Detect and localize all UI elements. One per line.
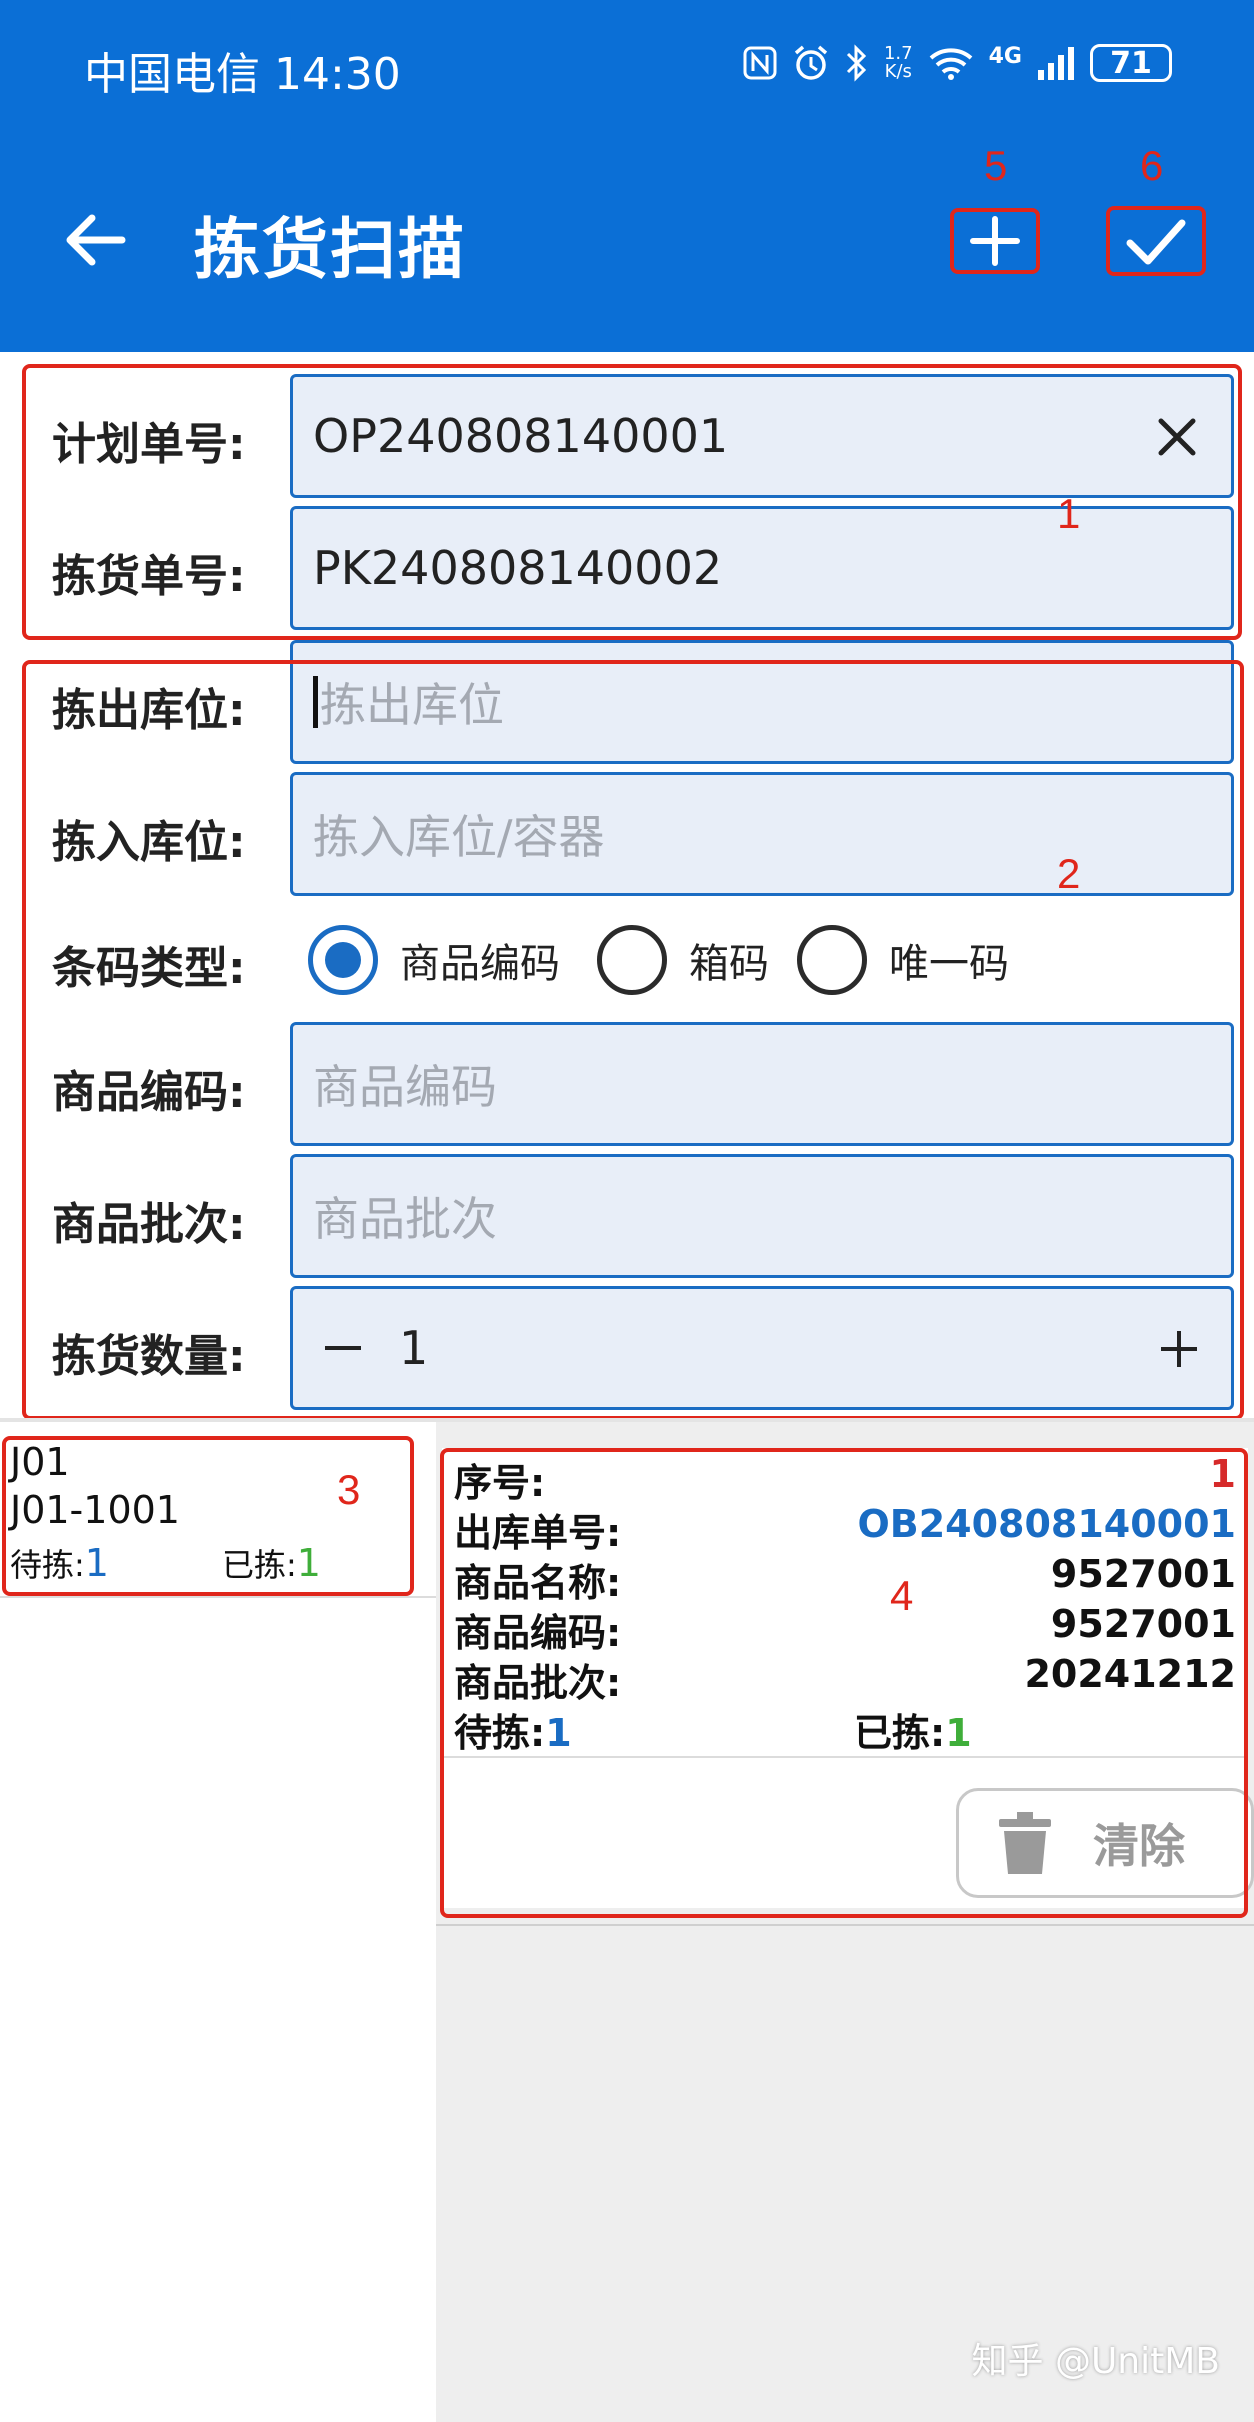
list-divider <box>0 1596 436 1598</box>
confirm-button[interactable] <box>1106 206 1206 276</box>
card-bottom-divider <box>436 1924 1254 1926</box>
wifi-icon <box>929 48 972 80</box>
network-type: 4G <box>988 44 1022 69</box>
nfc-icon <box>743 46 777 80</box>
plus-icon <box>970 216 1020 266</box>
battery-icon: 71 <box>1090 44 1172 82</box>
annotation-box-2 <box>22 660 1244 1420</box>
add-button[interactable] <box>950 208 1040 274</box>
check-icon <box>1126 219 1186 265</box>
watermark: 知乎 @UnitMB <box>971 2341 1221 2382</box>
annotation-4: 4 <box>890 1572 914 1619</box>
back-arrow-icon[interactable] <box>56 200 136 280</box>
annotation-2: 2 <box>1057 850 1081 897</box>
signal-icon <box>1038 47 1074 80</box>
annotation-3: 3 <box>337 1466 361 1513</box>
status-carrier-time: 中国电信 14:30 <box>84 49 401 100</box>
alarm-icon <box>794 45 828 80</box>
bluetooth-icon <box>846 44 867 82</box>
annotation-box-4 <box>440 1448 1248 1918</box>
annotation-5: 5 <box>984 142 1008 189</box>
annotation-6: 6 <box>1140 142 1164 189</box>
net-speed: 1.7 K/s <box>883 43 913 82</box>
page-title: 拣货扫描 <box>194 211 466 288</box>
status-icons: 1.7 K/s 4G 71 <box>742 44 1172 82</box>
annotation-1: 1 <box>1057 490 1081 537</box>
annotation-box-3 <box>2 1436 414 1596</box>
